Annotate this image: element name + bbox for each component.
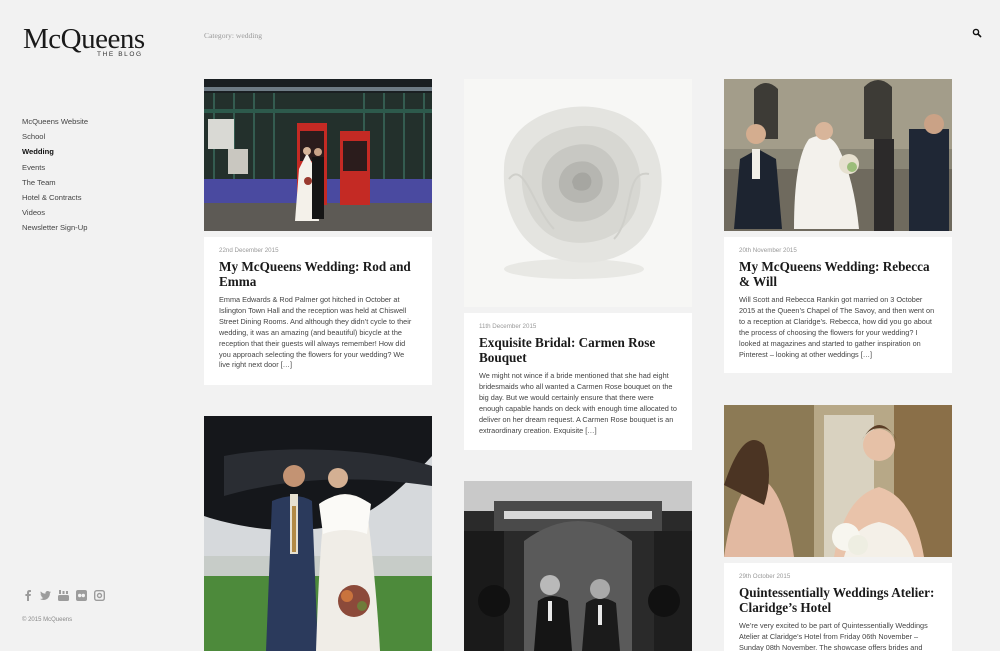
nav-item-events[interactable]: Events bbox=[22, 160, 88, 175]
post-title[interactable]: My McQueens Wedding: Rod and Emma bbox=[219, 259, 417, 289]
post-excerpt: We’re very excited to be part of Quintes… bbox=[739, 621, 928, 651]
sidebar-nav: McQueens Website School Wedding Events T… bbox=[22, 114, 88, 236]
post-image-grooms-connaught-hotel[interactable] bbox=[464, 481, 692, 651]
post-excerpt: We might not wince if a bride mentioned … bbox=[479, 371, 677, 435]
facebook-icon[interactable] bbox=[22, 590, 33, 601]
post-title[interactable]: Quintessentially Weddings Atelier: Clari… bbox=[739, 585, 937, 615]
site-logo[interactable]: McQueens THE BLOG bbox=[23, 23, 153, 58]
post-card[interactable] bbox=[204, 416, 432, 651]
post-date: 29th October 2015 bbox=[739, 573, 791, 580]
search-icon[interactable] bbox=[972, 25, 982, 38]
flickr-icon[interactable] bbox=[76, 590, 87, 601]
logo-wordmark: McQueens bbox=[23, 23, 145, 55]
nav-item-hotel-contracts[interactable]: Hotel & Contracts bbox=[22, 190, 88, 205]
nav-item-wedding[interactable]: Wedding bbox=[22, 144, 88, 159]
post-card[interactable] bbox=[464, 481, 692, 651]
post-date: 20th November 2015 bbox=[739, 247, 797, 254]
post-card[interactable]: 22nd December 2015 My McQueens Wedding: … bbox=[204, 79, 432, 385]
youtube-icon[interactable] bbox=[58, 590, 69, 601]
post-excerpt: Will Scott and Rebecca Rankin got marrie… bbox=[739, 295, 935, 359]
post-image-couple-outdoor-sculpture[interactable] bbox=[204, 416, 432, 651]
twitter-icon[interactable] bbox=[40, 590, 51, 601]
post-image-bride-in-mirror[interactable] bbox=[724, 405, 952, 557]
post-card[interactable]: 11th December 2015 Exquisite Bridal: Car… bbox=[464, 79, 692, 450]
nav-item-school[interactable]: School bbox=[22, 129, 88, 144]
post-date: 22nd December 2015 bbox=[219, 247, 279, 254]
nav-item-the-team[interactable]: The Team bbox=[22, 175, 88, 190]
post-card[interactable]: 20th November 2015 My McQueens Wedding: … bbox=[724, 79, 952, 373]
post-title[interactable]: My McQueens Wedding: Rebecca & Will bbox=[739, 259, 937, 289]
nav-item-newsletter[interactable]: Newsletter Sign-Up bbox=[22, 220, 88, 235]
post-image-couple-by-red-phone-boxes[interactable] bbox=[204, 79, 432, 231]
logo-subtitle: THE BLOG bbox=[97, 51, 143, 58]
post-excerpt: Emma Edwards & Rod Palmer got hitched in… bbox=[219, 295, 412, 370]
post-image-white-carmen-rose[interactable] bbox=[464, 79, 692, 307]
category-heading: Category: wedding bbox=[204, 31, 262, 40]
copyright-text: © 2015 McQueens bbox=[22, 617, 73, 623]
nav-item-videos[interactable]: Videos bbox=[22, 205, 88, 220]
post-card[interactable]: 29th October 2015 Quintessentially Weddi… bbox=[724, 405, 952, 651]
social-links bbox=[22, 590, 105, 601]
post-date: 11th December 2015 bbox=[479, 323, 537, 330]
post-title[interactable]: Exquisite Bridal: Carmen Rose Bouquet bbox=[479, 335, 677, 365]
post-image-couple-leaving-chapel[interactable] bbox=[724, 79, 952, 231]
nav-item-mcqueens-website[interactable]: McQueens Website bbox=[22, 114, 88, 129]
instagram-icon[interactable] bbox=[94, 590, 105, 601]
